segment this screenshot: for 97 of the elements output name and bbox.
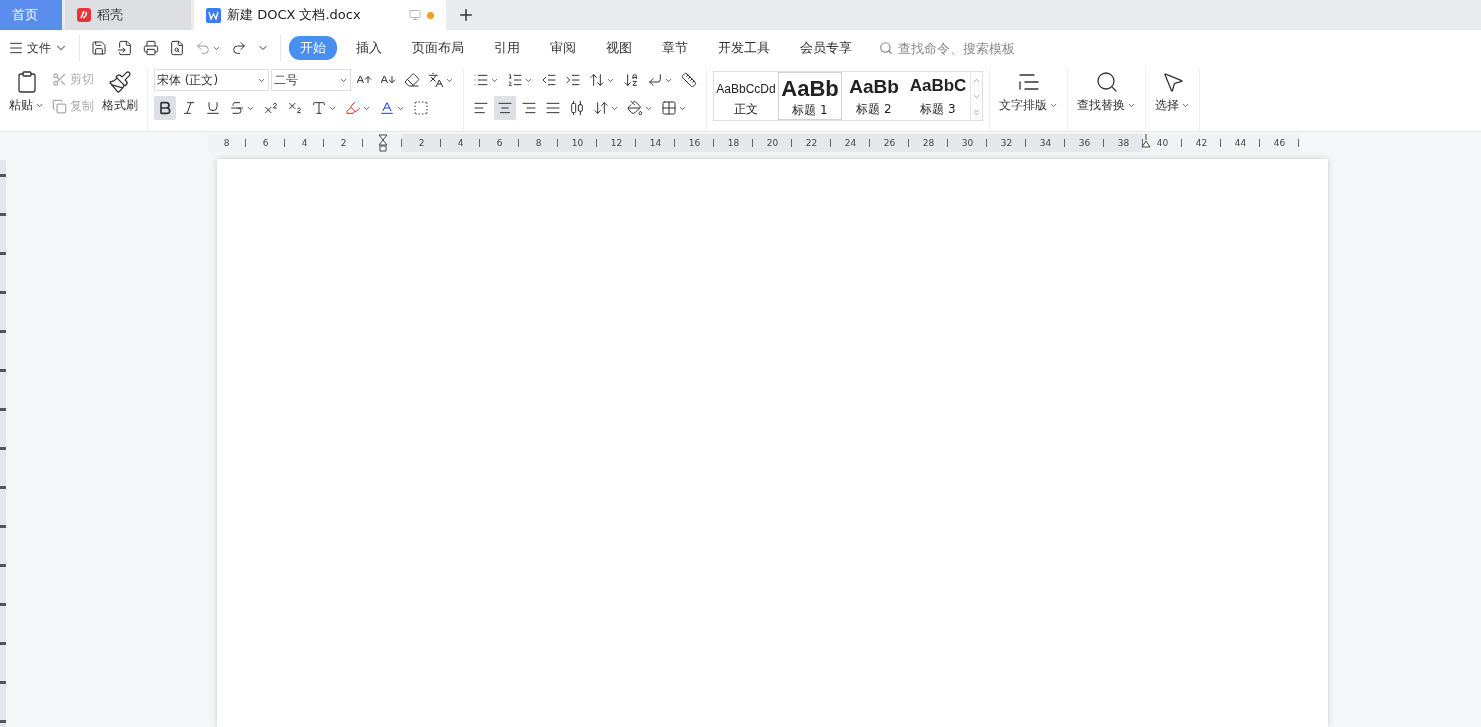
- direction-icon: [589, 72, 605, 88]
- ruler-number: 38: [1117, 138, 1130, 148]
- file-menu-button[interactable]: 文件: [5, 36, 71, 60]
- subscript-icon: [287, 100, 303, 116]
- font-color-icon: [379, 100, 395, 116]
- ruler-number: 16: [688, 138, 701, 148]
- search-icon: [879, 41, 893, 55]
- paste-button[interactable]: 粘贴: [6, 68, 47, 116]
- ribbon-tab[interactable]: 章节: [651, 36, 699, 60]
- ribbon-tab[interactable]: 开发工具: [707, 36, 781, 60]
- indent-icon: [565, 72, 581, 88]
- ruler-number: 22: [805, 138, 818, 148]
- italic-icon: [181, 100, 197, 116]
- align-right-icon: [521, 100, 537, 116]
- underline-icon: [205, 100, 221, 116]
- indent-marker-icon[interactable]: [377, 134, 388, 152]
- ruler-icon: [681, 72, 697, 88]
- ruler-number: 12: [610, 138, 623, 148]
- ruler-number: 4: [301, 138, 308, 148]
- ruler-number: 8: [535, 138, 542, 148]
- line-spacing-icon: [593, 100, 609, 116]
- document-tab[interactable]: 稻壳: [65, 0, 191, 30]
- redo-icon: [231, 40, 247, 56]
- save-icon: [91, 40, 107, 56]
- outdent-icon: [541, 72, 557, 88]
- align-left-icon: [473, 100, 489, 116]
- writer-logo-icon: [206, 7, 221, 23]
- strikethrough-icon: [229, 100, 245, 116]
- export-icon: [117, 40, 133, 56]
- phonetic-icon: [428, 72, 444, 88]
- style-option[interactable]: AaBb 标题 1: [778, 72, 842, 120]
- caret-icon: [1127, 101, 1136, 110]
- superscript-icon: [263, 100, 279, 116]
- return-arrow-icon: [647, 72, 663, 88]
- ruler-number: 10: [571, 138, 584, 148]
- right-indent-marker-icon[interactable]: [1141, 134, 1151, 148]
- undo-icon: [195, 40, 211, 56]
- caret-icon: [1181, 101, 1190, 110]
- font-size-select[interactable]: 二号: [271, 69, 351, 91]
- align-center-icon: [497, 100, 513, 116]
- ruler-number: 2: [340, 138, 347, 148]
- ruler-number: 30: [961, 138, 974, 148]
- ruler-number: 6: [262, 138, 269, 148]
- ribbon-tab[interactable]: 插入: [345, 36, 393, 60]
- menu-icon: [8, 40, 24, 56]
- ruler-number: 28: [922, 138, 935, 148]
- bold-icon: [157, 100, 173, 116]
- character-border-icon: [413, 100, 429, 116]
- ruler-number: 6: [496, 138, 503, 148]
- ruler-number: 32: [1000, 138, 1013, 148]
- grid-icon: [661, 100, 677, 116]
- ribbon-tab[interactable]: 会员专享: [789, 36, 863, 60]
- tool-button[interactable]: 选择: [1152, 68, 1193, 116]
- docer-logo-icon: [77, 8, 91, 22]
- distribute-icon: [569, 100, 585, 116]
- font-family-select[interactable]: 宋体 (正文): [154, 69, 269, 91]
- ruler-number: 42: [1195, 138, 1208, 148]
- align-justify-icon: [545, 100, 561, 116]
- numbered-list-icon: [507, 72, 523, 88]
- highlighter-icon: [345, 100, 361, 116]
- document-tab[interactable]: 新建 DOCX 文档.docx: [194, 0, 446, 30]
- ruler-number: 40: [1156, 138, 1169, 148]
- ruler-number: 18: [727, 138, 740, 148]
- ribbon-tab[interactable]: 引用: [483, 36, 531, 60]
- caret-icon: [35, 101, 44, 110]
- caret-icon: [1049, 101, 1058, 110]
- paint-bucket-icon: [627, 100, 643, 116]
- ribbon-tab[interactable]: 视图: [595, 36, 643, 60]
- ruler-number: 4: [457, 138, 464, 148]
- ruler-number: 26: [883, 138, 896, 148]
- ruler-number: 14: [649, 138, 662, 148]
- ruler-number: 24: [844, 138, 857, 148]
- eraser-icon: [404, 72, 420, 88]
- alignment-button[interactable]: [494, 96, 516, 120]
- copy-icon: [52, 99, 67, 114]
- text-effect-icon: [311, 100, 327, 116]
- scissors-icon: [52, 72, 67, 87]
- ruler-number: 46: [1273, 138, 1286, 148]
- ruler-number: 8: [223, 138, 230, 148]
- preview-icon: [169, 40, 185, 56]
- sort-icon: [623, 72, 639, 88]
- ruler-number: 20: [766, 138, 779, 148]
- format-painter-button[interactable]: 格式刷: [99, 68, 141, 116]
- ribbon-tab[interactable]: 页面布局: [401, 36, 475, 60]
- ruler-number: 2: [418, 138, 425, 148]
- plus-icon: [457, 6, 475, 24]
- tool-button[interactable]: 文字排版: [996, 68, 1061, 116]
- bullet-list-icon: [473, 72, 489, 88]
- format-toggle-button[interactable]: [154, 96, 176, 120]
- ruler-number: 36: [1078, 138, 1091, 148]
- ribbon-tab[interactable]: 审阅: [539, 36, 587, 60]
- paintbrush-icon: [108, 70, 132, 94]
- printer-icon: [143, 40, 159, 56]
- tool-button[interactable]: 查找替换: [1074, 68, 1139, 116]
- ruler-number: 34: [1039, 138, 1052, 148]
- ruler-number: 44: [1234, 138, 1247, 148]
- search-icon: [1094, 70, 1119, 94]
